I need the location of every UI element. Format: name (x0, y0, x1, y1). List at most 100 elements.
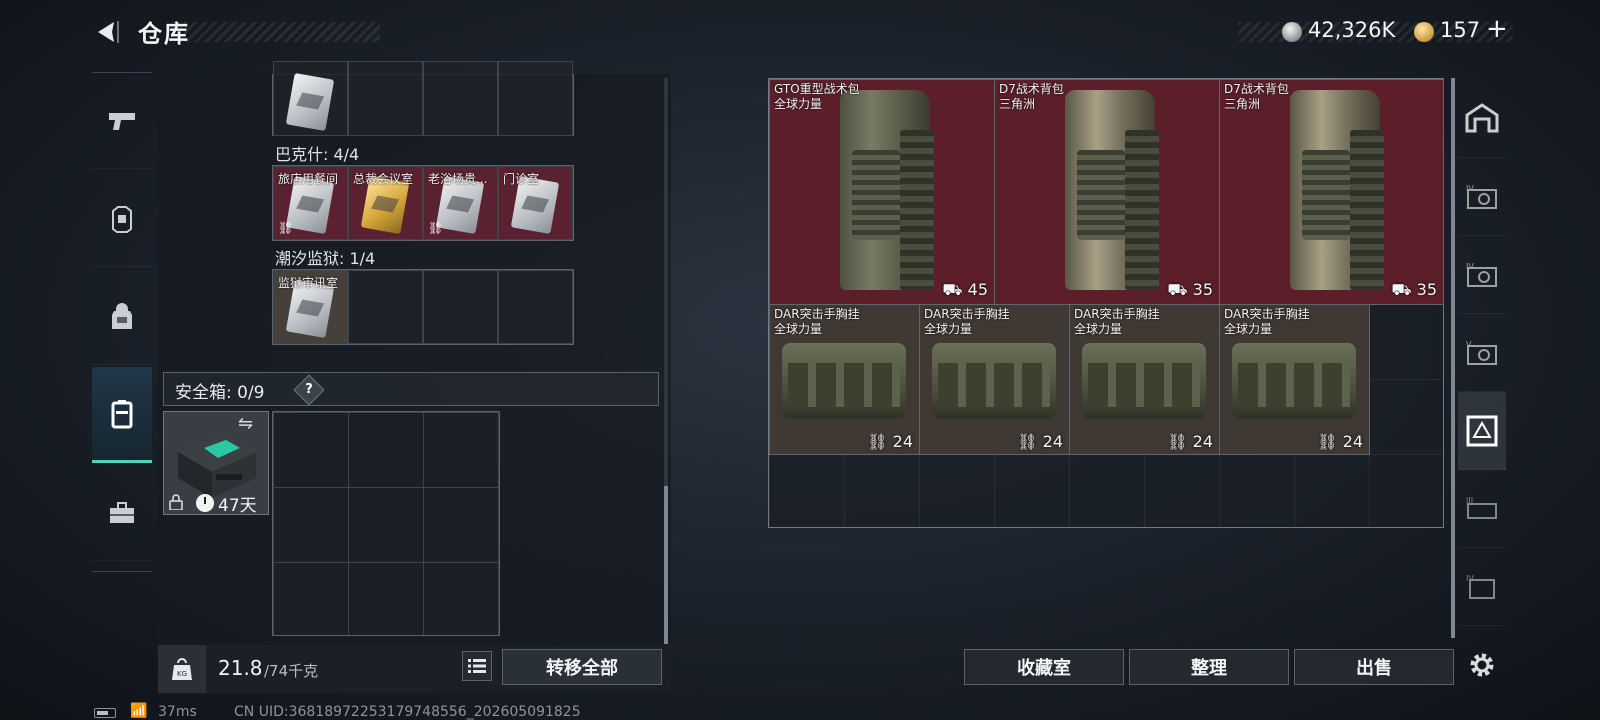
stash-grid[interactable]: GTO重型战术包 全球力量 ⛟ 45 D7战术背包 三角洲 ⛟ 35 D7战术背包三… (768, 78, 1444, 528)
sort-button[interactable]: 整理 (1129, 649, 1289, 685)
svg-text:IV: IV (1466, 574, 1474, 583)
premium-coin-icon (1414, 22, 1434, 42)
left-nav (92, 72, 152, 572)
item-name: D7战术背包 三角洲 (999, 82, 1064, 111)
stash-item-rig[interactable]: DAR突击手胸挂 全球力量 ⛓ 24 (1219, 304, 1370, 455)
backpack-image (840, 90, 934, 290)
svg-text:IV: IV (1466, 184, 1474, 193)
stash-tab-active[interactable] (1458, 392, 1506, 470)
keycard-label: 监狱审讯室 (278, 276, 339, 290)
rig-image (932, 343, 1056, 419)
empty-slot[interactable] (423, 61, 498, 136)
stash-tab-case-iv-2[interactable]: IV (1458, 236, 1506, 314)
case-iv-icon: IV (1466, 184, 1497, 209)
inventory-scroll-thumb[interactable] (664, 486, 668, 644)
empty-slot[interactable] (498, 61, 573, 136)
safebox-label: 安全箱: 0/9 (175, 383, 265, 403)
safebox-grid[interactable] (272, 411, 500, 636)
armor-icon (112, 205, 132, 233)
item-capacity: ⛟ 35 (1167, 280, 1213, 299)
backpack-image (1290, 90, 1384, 290)
nav-cases[interactable] (92, 367, 152, 463)
wifi-icon: 📶 (130, 703, 148, 719)
nav-toolbox[interactable] (92, 465, 152, 561)
item-name: DAR突击手胸挂 全球力量 (1224, 307, 1310, 336)
backpack-icon (112, 302, 132, 329)
list-icon (468, 659, 486, 673)
toolbox-icon (110, 501, 134, 523)
case-icon (111, 399, 133, 428)
rig-image (1232, 343, 1356, 419)
keycard-slot[interactable]: 门诊室 (498, 166, 573, 240)
stash-item-rig[interactable]: DAR突击手胸挂 全球力量 ⛓ 24 (769, 304, 920, 455)
item-name: DAR突击手胸挂 全球力量 (774, 307, 860, 336)
nav-weapons[interactable] (92, 73, 152, 169)
pistol-icon (109, 112, 135, 130)
gear-icon (1470, 653, 1494, 677)
case-v-icon: V (1466, 340, 1497, 365)
rig-image (782, 343, 906, 419)
case-active-icon (1466, 415, 1498, 446)
stash-item-backpack[interactable]: GTO重型战术包 全球力量 ⛟ 45 (769, 79, 995, 305)
case-iv-3-icon: IV (1466, 574, 1495, 599)
stash-item-rig[interactable]: DAR突击手胸挂 全球力量 ⛓ 24 (1069, 304, 1220, 455)
keycard-row-bakesh: 旅店用餐间 ⛓ 总裁会议室 老浴场贵... ⛓ 门诊室 (272, 165, 574, 241)
svg-text:KG: KG (177, 670, 187, 678)
help-icon: ? (305, 382, 313, 397)
stash-tab-home[interactable] (1458, 78, 1506, 158)
keycard-label: 总裁会议室 (353, 172, 414, 186)
collection-room-button[interactable]: 收藏室 (964, 649, 1124, 685)
stash-item-rig[interactable]: DAR突击手胸挂 全球力量 ⛓ 24 (919, 304, 1070, 455)
uid-text: CN UID:36818972253179748556_202605091825 (234, 704, 581, 720)
empty-slot[interactable] (348, 61, 423, 136)
item-capacity: ⛟ 35 (1391, 280, 1437, 299)
stash-tab-case-v[interactable]: V (1458, 314, 1506, 392)
back-icon[interactable] (92, 18, 120, 46)
nav-backpack[interactable] (92, 269, 152, 365)
keycard-slot[interactable]: 监狱审讯室 (273, 270, 348, 344)
backpack-image (1065, 90, 1159, 290)
swap-icon[interactable]: ⇋ (238, 413, 253, 434)
keycard-slot[interactable] (273, 61, 348, 136)
title-decoration (184, 22, 380, 42)
battery-icon (94, 708, 116, 718)
link-off-icon: ⛓ (278, 221, 294, 235)
lock-icon (169, 494, 183, 511)
item-name: GTO重型战术包 全球力量 (774, 82, 860, 111)
safebox-days: 47天 (218, 496, 257, 516)
svg-text:V: V (1466, 340, 1472, 349)
nav-armor[interactable] (92, 171, 152, 267)
stash-tab-case-iii[interactable]: III (1458, 470, 1506, 548)
list-view-button[interactable] (462, 651, 492, 681)
item-name: DAR突击手胸挂 全球力量 (1074, 307, 1160, 336)
keycard-slot[interactable]: 旅店用餐间 ⛓ (273, 166, 348, 240)
case-iii-icon: III (1466, 496, 1497, 519)
stash-tab-case-iv[interactable]: IV (1458, 158, 1506, 236)
transfer-all-button[interactable]: 转移全部 (502, 649, 662, 685)
keycard-row-partial (272, 61, 574, 136)
empty-slot[interactable] (423, 270, 498, 344)
item-name: D7战术背包 三角洲 (1224, 82, 1289, 111)
stash-tab-case-iv-3[interactable]: IV (1458, 548, 1506, 626)
item-capacity: ⛓ 24 (1317, 432, 1363, 451)
add-premium-button[interactable]: + (1486, 14, 1508, 44)
stash-item-backpack[interactable]: D7战术背包 三角洲 ⛟ 35 (994, 79, 1220, 305)
item-capacity: ⛓ 24 (867, 432, 913, 451)
case-iv-2-icon: IV (1466, 262, 1497, 287)
empty-slot[interactable] (348, 270, 423, 344)
premium-value: 157 (1440, 18, 1481, 42)
settings-button[interactable] (1458, 626, 1506, 704)
weight-current: 21.8 (218, 656, 263, 680)
stash-nav: IV IV V III IV (1458, 78, 1506, 708)
keycard-label: 旅店用餐间 (278, 172, 339, 186)
keycard-slot[interactable]: 总裁会议室 (348, 166, 423, 240)
empty-slot[interactable] (498, 270, 573, 344)
keycard-row-prison: 监狱审讯室 (272, 269, 574, 345)
stash-item-backpack[interactable]: D7战术背包 三角洲 ⛟ 35 (1219, 79, 1444, 305)
keycard-slot[interactable]: 老浴场贵... ⛓ (423, 166, 498, 240)
sell-button[interactable]: 出售 (1294, 649, 1454, 685)
page-title: 仓库 (138, 20, 190, 48)
keycard-image (285, 72, 335, 132)
ping-text: 37ms (158, 704, 197, 720)
stash-scrollbar[interactable] (1451, 78, 1455, 638)
